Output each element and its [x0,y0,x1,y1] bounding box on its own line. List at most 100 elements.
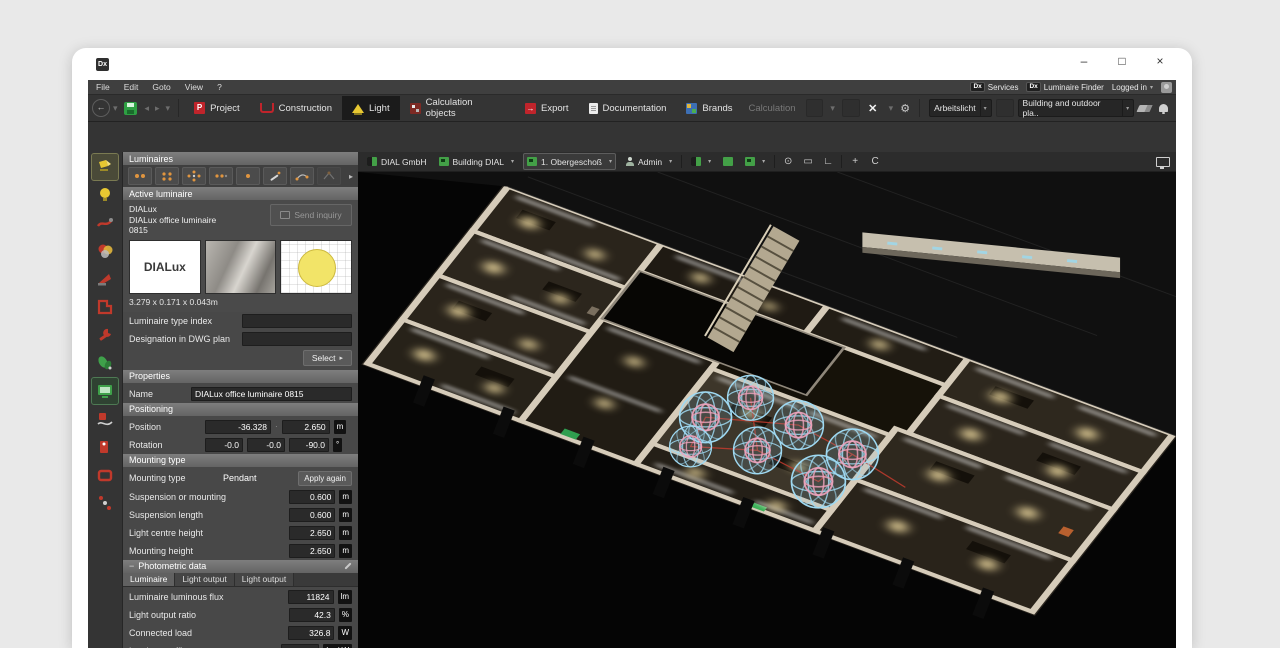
wrench-tool-icon[interactable] [92,322,118,348]
apply-again-button[interactable]: Apply again [298,471,352,486]
dimming-tool-icon[interactable] [92,406,118,432]
tab-project[interactable]: P Project [184,96,250,120]
luminaire-photo-thumbnail[interactable] [205,240,277,294]
rotation-z-input[interactable]: -90.0 [289,438,329,452]
tab-luminaire[interactable]: Luminaire [123,573,175,586]
tab-calculation-objects[interactable]: Calculation objects [400,96,515,120]
field-arrangement-button[interactable] [155,167,179,185]
send-inquiry-button[interactable]: Send inquiry [270,204,352,226]
device-tool-icon[interactable] [92,434,118,460]
circle-arrangement-button[interactable] [182,167,206,185]
rotation-y-input[interactable]: -0.0 [247,438,285,452]
single-luminaire-button[interactable] [236,167,260,185]
floor-selector[interactable]: 1. Obergeschoß ▾ [523,153,616,170]
history-chevron[interactable]: ▾ [163,103,174,114]
frame-tool-icon[interactable] [92,462,118,488]
minimize-button[interactable]: – [1070,54,1098,68]
luminaire-finder-link[interactable]: Dx Luminaire Finder [1026,82,1103,92]
tab-documentation[interactable]: Documentation [579,96,677,120]
redo-button[interactable]: ▸ [152,103,163,114]
suspension-length-input[interactable]: 0.600 [289,508,335,522]
mounting-type-value[interactable]: Pendant [223,473,294,483]
start-calculation-button[interactable] [842,99,860,117]
calculation-button[interactable]: Calculation [743,103,802,114]
luminaires-tool-icon[interactable] [92,154,118,180]
view-mode-button[interactable]: ▾ [688,154,714,169]
tab-construction[interactable]: Construction [250,96,342,120]
add-view-button[interactable]: + [848,156,862,167]
undo-button[interactable]: ◂ [141,103,152,114]
position-x-input[interactable]: -36.328 [205,420,271,434]
tab-light-output-1[interactable]: Light output [175,573,234,586]
notifications-bell-icon[interactable] [1159,104,1168,112]
suspension-mounting-input[interactable]: 0.600 [289,490,335,504]
back-button[interactable]: ← [92,99,110,117]
cable-tool-icon[interactable] [92,210,118,236]
light-beam-tool-icon[interactable] [92,266,118,292]
display-scene-tool-icon[interactable] [92,378,118,404]
tab-brands[interactable]: Brands [676,96,742,120]
save-button[interactable] [120,99,141,117]
rotation-x-input[interactable]: -0.0 [205,438,243,452]
menu-help[interactable]: ? [217,82,222,92]
back-history-chevron[interactable]: ▾ [110,103,121,114]
wand-button[interactable] [263,167,287,185]
user-profile-selector[interactable]: Admin ▾ [622,154,675,169]
user-avatar[interactable] [1161,82,1172,93]
light-scene-select[interactable]: Arbeitslicht ▾ [929,99,992,117]
3d-viewport-canvas[interactable] [358,172,1176,648]
calculation-options-button[interactable] [806,99,824,117]
calculation-objects-icon [410,103,421,114]
line-arrangement-button[interactable] [128,167,152,185]
cancel-chevron[interactable]: ▾ [886,103,897,114]
chevron-right-icon[interactable]: ▸ [349,172,353,181]
polyline-arrangement-button[interactable] [290,167,314,185]
type-index-input[interactable] [242,314,352,328]
edit-pencil-icon[interactable] [344,562,351,569]
scene-extra-button[interactable] [996,99,1014,117]
menu-file[interactable]: File [96,82,110,92]
menu-edit[interactable]: Edit [124,82,139,92]
mounting-height-input[interactable]: 2.650 [289,544,335,558]
focus-view-button[interactable]: ⊙ [781,156,795,167]
tab-export[interactable]: → Export [515,96,578,120]
close-button[interactable]: × [1146,54,1174,68]
row-arrangement-button[interactable] [209,167,233,185]
maximize-button[interactable]: □ [1108,54,1136,68]
measure-button[interactable]: ▭ [801,156,815,167]
services-link[interactable]: Dx Services [970,82,1018,92]
calculation-chevron[interactable]: ▾ [827,103,838,114]
chevron-down-icon: ▾ [980,100,987,116]
chevron-down-icon: ▾ [511,158,514,165]
room-tool-icon[interactable] [92,294,118,320]
planning-mode-select[interactable]: Building and outdoor pla.. ▾ [1018,99,1135,117]
arrangement-dots-tool-icon[interactable] [92,490,118,516]
energy-leaf-tool-icon[interactable] [92,350,118,376]
tab-light-output-2[interactable]: Light output [235,573,294,586]
name-input[interactable]: DIALux office luminaire 0815 [191,387,352,401]
colour-filter-tool-icon[interactable] [92,238,118,264]
eraser-icon[interactable] [1137,105,1153,112]
logged-in-menu[interactable]: Logged in ▾ [1112,83,1153,92]
cancel-calculation-button[interactable]: ✕ [864,102,882,115]
position-z-input[interactable]: 2.650 [282,420,330,434]
storey-visibility-button[interactable] [720,154,736,169]
collapse-icon[interactable]: − [129,561,134,571]
site-selector[interactable]: DIAL GmbH [364,154,430,169]
light-centre-height-input[interactable]: 2.650 [289,526,335,540]
lamps-tool-icon[interactable] [92,182,118,208]
polygon-arrangement-button[interactable] [317,167,341,185]
building-selector[interactable]: Building DIAL ▾ [436,154,518,169]
menu-goto[interactable]: Goto [152,82,170,92]
ldc-thumbnail[interactable] [280,240,352,294]
dwg-designation-input[interactable] [242,332,352,346]
refresh-view-button[interactable]: C [868,156,882,167]
tab-light[interactable]: Light [342,96,400,120]
select-button[interactable]: Select ▸ [303,350,352,366]
settings-gear-icon[interactable]: ⚙ [900,102,910,115]
origin-axes-button[interactable]: ∟ [821,156,835,167]
fullscreen-monitor-icon[interactable] [1156,157,1170,167]
menu-view[interactable]: View [185,82,203,92]
walls-visibility-button[interactable]: ▾ [742,154,768,169]
brand-logo-thumbnail[interactable]: DIALux [129,240,201,294]
